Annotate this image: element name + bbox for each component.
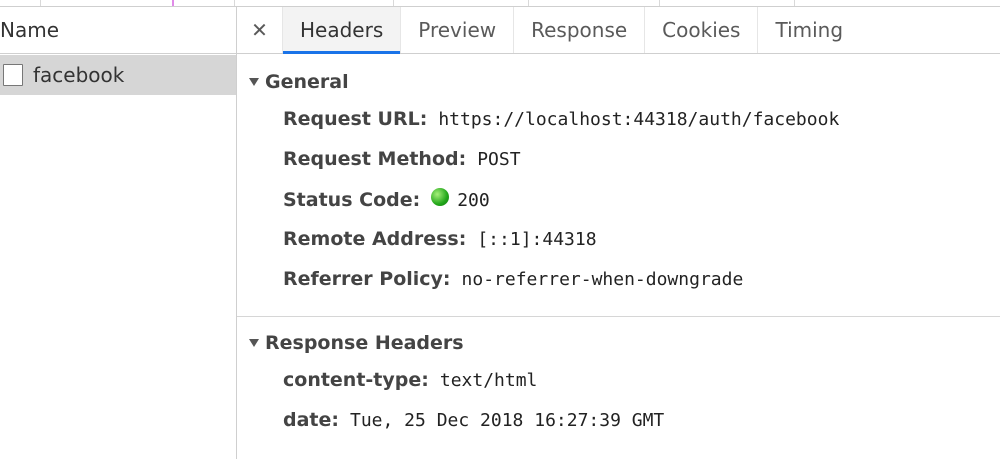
header-key: Request Method: [283, 148, 467, 170]
header-row-date: date: Tue, 25 Dec 2018 16:27:39 GMT [237, 409, 1000, 449]
top-timeline-strip [0, 0, 1000, 7]
header-row-content-type: content-type: text/html [237, 369, 1000, 409]
tab-response[interactable]: Response [513, 7, 644, 53]
timeline-mark [794, 0, 795, 6]
request-details-panel: ✕ Headers Preview Response Cookies Timin… [237, 7, 1000, 459]
header-key: Referrer Policy: [283, 268, 451, 290]
request-list-panel: Name facebook [0, 7, 237, 459]
header-key: date: [283, 409, 339, 431]
collapse-triangle-icon [249, 339, 259, 347]
header-row-remote-address: Remote Address: [::1]:44318 [237, 228, 1000, 268]
header-value: https://localhost:44318/auth/facebook [438, 109, 840, 130]
close-icon[interactable]: ✕ [237, 7, 282, 53]
header-key: content-type: [283, 369, 429, 391]
section-title: General [265, 71, 349, 93]
tab-label: Cookies [662, 18, 741, 42]
timeline-mark [234, 0, 235, 6]
tab-cookies[interactable]: Cookies [644, 7, 757, 53]
request-file-icon [3, 64, 23, 86]
header-key: Status Code: [283, 189, 421, 211]
details-tab-bar: ✕ Headers Preview Response Cookies Timin… [237, 7, 1000, 54]
response-headers-section-header[interactable]: Response Headers [237, 327, 1000, 359]
header-row-status-code: Status Code: 200 [237, 188, 1000, 228]
header-key: Remote Address: [283, 228, 467, 250]
general-section-header[interactable]: General [237, 66, 1000, 98]
header-row-referrer-policy: Referrer Policy: no-referrer-when-downgr… [237, 268, 1000, 308]
tab-preview[interactable]: Preview [400, 7, 513, 53]
name-column-header[interactable]: Name [0, 7, 236, 54]
header-value: 200 [457, 190, 490, 211]
header-value: Tue, 25 Dec 2018 16:27:39 GMT [350, 410, 665, 431]
tab-label: Preview [418, 18, 497, 42]
tab-timing[interactable]: Timing [757, 7, 860, 53]
header-value: text/html [439, 370, 538, 391]
header-key: Request URL: [283, 108, 428, 130]
header-row-request-url: Request URL: https://localhost:44318/aut… [237, 108, 1000, 148]
header-value: no-referrer-when-downgrade [461, 269, 744, 290]
status-ok-icon [431, 188, 450, 206]
timeline-marker [172, 0, 174, 6]
timeline-mark [528, 0, 529, 6]
collapse-triangle-icon [249, 78, 259, 86]
name-column-label: Name [0, 18, 60, 42]
tab-label: Headers [300, 18, 384, 42]
timeline-mark [659, 0, 660, 6]
tab-label: Timing [775, 18, 844, 42]
header-value: POST [477, 149, 521, 170]
tab-headers[interactable]: Headers [282, 7, 401, 54]
timeline-mark [393, 0, 394, 6]
request-row-facebook[interactable]: facebook [0, 55, 236, 95]
request-name: facebook [33, 63, 125, 87]
header-value: [::1]:44318 [477, 229, 597, 250]
section-title: Response Headers [265, 332, 464, 354]
timeline-mark [40, 0, 41, 6]
tab-label: Response [531, 18, 628, 42]
header-row-request-method: Request Method: POST [237, 148, 1000, 188]
